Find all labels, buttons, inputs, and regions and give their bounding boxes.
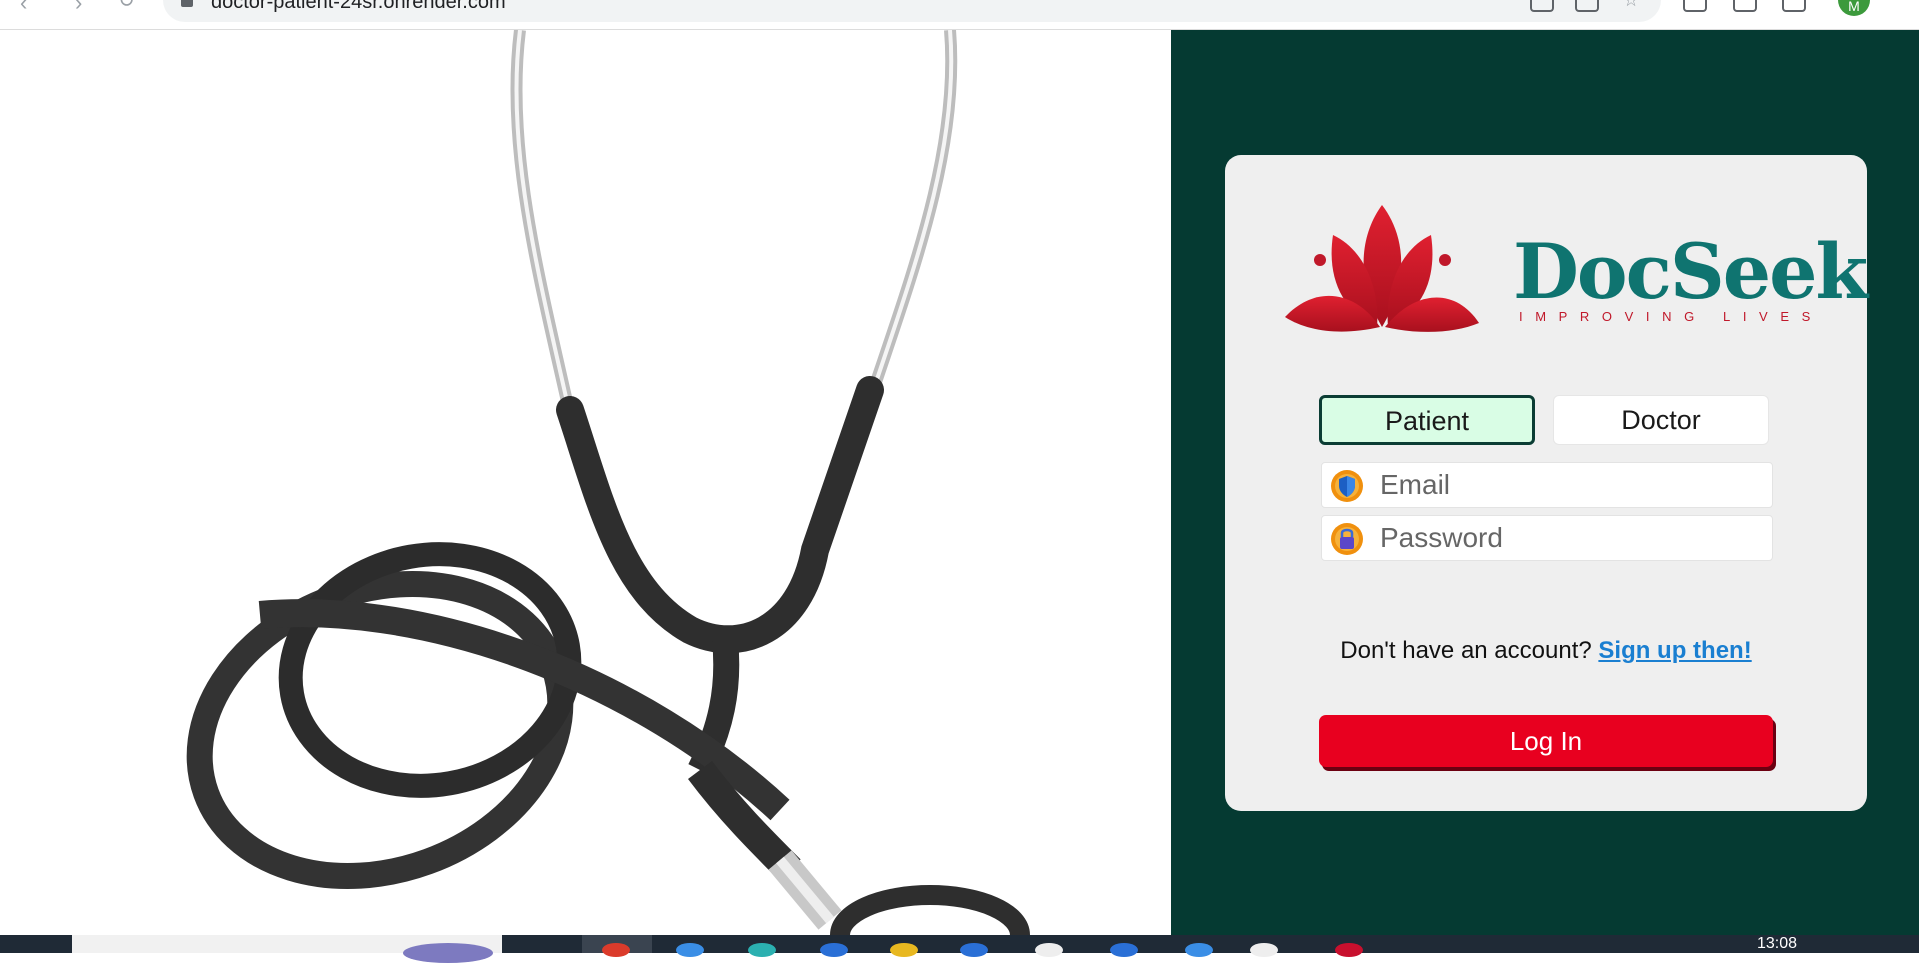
signup-prompt-text: Don't have an account?	[1340, 637, 1592, 664]
role-doctor-button[interactable]: Doctor	[1553, 395, 1769, 445]
url-text[interactable]: doctor-patient-24sr.onrender.com	[211, 0, 506, 14]
app-taskbar-icon-3[interactable]	[1035, 943, 1063, 957]
brand-tagline: IMPROVING LIVES	[1519, 309, 1823, 324]
reload-icon[interactable]: ↻	[118, 0, 135, 13]
profile-avatar[interactable]: M	[1838, 0, 1870, 16]
login-button[interactable]: Log In	[1319, 715, 1773, 767]
stethoscope-illustration	[186, 30, 1030, 935]
back-icon[interactable]: ‹	[20, 0, 27, 16]
login-card: DocSeek IMPROVING LIVES Patient Doctor E…	[1225, 155, 1868, 811]
password-input[interactable]	[1380, 516, 1760, 560]
files-taskbar-icon[interactable]	[676, 943, 704, 957]
forward-icon[interactable]: ›	[75, 0, 82, 16]
brand-name: DocSeek	[1513, 227, 1868, 316]
taskbar-clock: 13:08	[1757, 935, 1798, 952]
lock-icon	[181, 0, 193, 7]
role-toggle: Patient Doctor	[1319, 395, 1773, 447]
app-taskbar-icon-4[interactable]	[1110, 943, 1138, 957]
hero-image	[0, 30, 1171, 935]
browser-toolbar: ‹ › ↻ doctor-patient-24sr.onrender.com ☆…	[0, 0, 1919, 30]
app-taskbar-icon-2[interactable]	[960, 943, 988, 957]
folder-taskbar-icon[interactable]	[890, 943, 918, 957]
role-patient-button[interactable]: Patient	[1319, 395, 1535, 445]
os-taskbar: 13:08	[0, 935, 1919, 963]
edge-taskbar-icon[interactable]	[748, 943, 776, 957]
app-taskbar-icon-7[interactable]	[1335, 943, 1363, 957]
lotus-icon	[1285, 205, 1479, 332]
app-taskbar-icon[interactable]	[820, 943, 848, 957]
share-icon[interactable]	[1575, 0, 1599, 12]
email-field	[1321, 462, 1773, 508]
chrome-taskbar-icon[interactable]	[602, 943, 630, 957]
download-icon[interactable]	[1733, 0, 1757, 12]
install-app-icon[interactable]	[1530, 0, 1554, 12]
side-panel-icon[interactable]	[1782, 0, 1806, 12]
login-panel: DocSeek IMPROVING LIVES Patient Doctor E…	[1171, 30, 1919, 935]
signup-prompt: Don't have an account? Sign up then!	[1225, 637, 1867, 665]
brand-logo: DocSeek IMPROVING LIVES	[1285, 205, 1868, 335]
app-taskbar-icon-5[interactable]	[1185, 943, 1213, 957]
app-taskbar-icon-6[interactable]	[1250, 943, 1278, 957]
email-input[interactable]	[1380, 463, 1760, 507]
bookmark-star-icon[interactable]: ☆	[1623, 0, 1639, 11]
shield-icon	[1331, 470, 1363, 502]
extensions-icon[interactable]	[1683, 0, 1707, 12]
lock-icon	[1331, 523, 1363, 555]
taskbar-search-image	[403, 943, 493, 963]
password-field	[1321, 515, 1773, 561]
signup-link[interactable]: Sign up then!	[1598, 637, 1751, 664]
address-bar[interactable]: doctor-patient-24sr.onrender.com	[163, 0, 1661, 22]
